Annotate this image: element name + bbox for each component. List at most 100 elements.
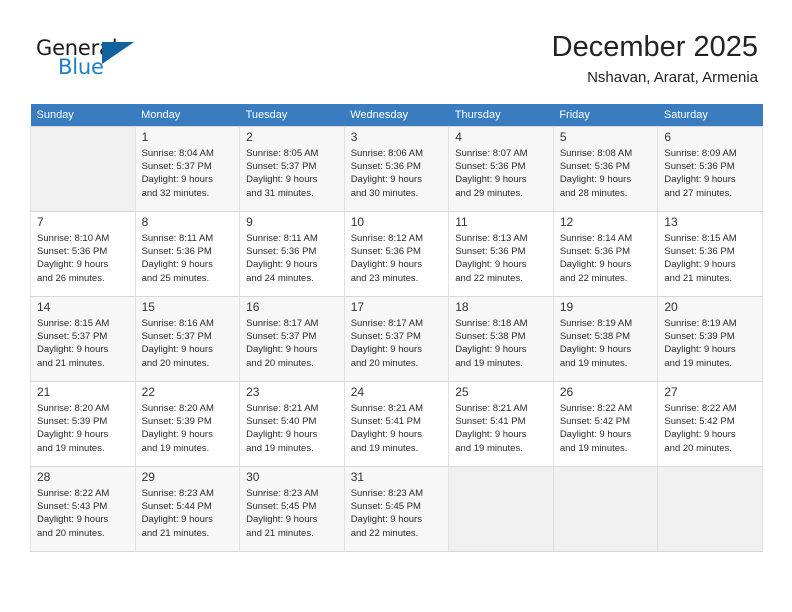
calendar-day-cell[interactable]: 21 Sunrise: 8:20 AM Sunset: 5:39 PM Dayl… (30, 381, 136, 467)
calendar-day-cell-empty (448, 466, 554, 552)
day-sun-info: Sunrise: 8:16 AM Sunset: 5:37 PM Dayligh… (141, 318, 214, 369)
calendar-week-row: 14 Sunrise: 8:15 AM Sunset: 5:37 PM Dayl… (30, 296, 763, 382)
calendar-day-cell[interactable]: 30 Sunrise: 8:23 AM Sunset: 5:45 PM Dayl… (239, 466, 345, 552)
day-number: 29 (141, 470, 155, 484)
calendar-body: 1 Sunrise: 8:04 AM Sunset: 5:37 PM Dayli… (30, 126, 763, 552)
day-sun-info: Sunrise: 8:10 AM Sunset: 5:36 PM Dayligh… (37, 233, 110, 284)
calendar-day-cell[interactable]: 29 Sunrise: 8:23 AM Sunset: 5:44 PM Dayl… (134, 466, 241, 552)
calendar-day-cell[interactable]: 4 Sunrise: 8:07 AM Sunset: 5:36 PM Dayli… (448, 126, 554, 212)
calendar-day-cell[interactable]: 7 Sunrise: 8:10 AM Sunset: 5:36 PM Dayli… (30, 211, 136, 297)
weekday-header-friday: Friday (553, 104, 658, 127)
calendar-day-cell[interactable]: 26 Sunrise: 8:22 AM Sunset: 5:42 PM Dayl… (552, 381, 659, 467)
day-sun-info: Sunrise: 8:11 AM Sunset: 5:36 PM Dayligh… (246, 233, 318, 284)
calendar-day-cell[interactable]: 13 Sunrise: 8:15 AM Sunset: 5:36 PM Dayl… (657, 211, 763, 297)
day-number (664, 470, 757, 485)
day-sun-info: Sunrise: 8:21 AM Sunset: 5:41 PM Dayligh… (455, 403, 528, 454)
day-sun-info: Sunrise: 8:22 AM Sunset: 5:42 PM Dayligh… (559, 403, 633, 454)
calendar-day-cell[interactable]: 1 Sunrise: 8:04 AM Sunset: 5:37 PM Dayli… (134, 126, 241, 212)
day-number: 11 (455, 215, 468, 229)
day-sun-info: Sunrise: 8:06 AM Sunset: 5:36 PM Dayligh… (350, 148, 424, 199)
calendar-day-cell[interactable]: 19 Sunrise: 8:19 AM Sunset: 5:38 PM Dayl… (552, 296, 659, 382)
calendar-day-cell[interactable]: 18 Sunrise: 8:18 AM Sunset: 5:38 PM Dayl… (448, 296, 554, 382)
day-number: 14 (37, 300, 51, 314)
day-number: 31 (350, 470, 365, 484)
calendar-page: General Blue December 2025 Nshavan, Arar… (0, 0, 792, 612)
weekday-header-monday: Monday (135, 104, 240, 127)
calendar-header-row: Sunday Monday Tuesday Wednesday Thursday… (30, 104, 763, 127)
day-sun-info: Sunrise: 8:23 AM Sunset: 5:44 PM Dayligh… (141, 488, 214, 539)
calendar-day-cell[interactable]: 15 Sunrise: 8:16 AM Sunset: 5:37 PM Dayl… (134, 296, 241, 382)
calendar-day-cell[interactable]: 2 Sunrise: 8:05 AM Sunset: 5:37 PM Dayli… (239, 126, 345, 212)
day-sun-info: Sunrise: 8:17 AM Sunset: 5:37 PM Dayligh… (246, 318, 319, 369)
day-sun-info: Sunrise: 8:09 AM Sunset: 5:36 PM Dayligh… (664, 148, 737, 199)
calendar-day-cell[interactable]: 31 Sunrise: 8:23 AM Sunset: 5:45 PM Dayl… (343, 466, 450, 552)
calendar-week-row: 21 Sunrise: 8:20 AM Sunset: 5:39 PM Dayl… (30, 381, 763, 467)
calendar-day-cell[interactable]: 9 Sunrise: 8:11 AM Sunset: 5:36 PM Dayli… (239, 211, 345, 297)
day-number: 21 (37, 385, 51, 399)
calendar-day-cell[interactable]: 12 Sunrise: 8:14 AM Sunset: 5:36 PM Dayl… (552, 211, 659, 297)
calendar-day-cell-empty (552, 466, 659, 552)
calendar-day-cell[interactable]: 5 Sunrise: 8:08 AM Sunset: 5:36 PM Dayli… (552, 126, 659, 212)
day-number: 27 (664, 385, 678, 399)
day-number: 4 (455, 130, 462, 144)
calendar-week-row: 1 Sunrise: 8:04 AM Sunset: 5:37 PM Dayli… (30, 126, 763, 212)
calendar-day-cell[interactable]: 27 Sunrise: 8:22 AM Sunset: 5:42 PM Dayl… (657, 381, 763, 467)
calendar-day-cell[interactable]: 20 Sunrise: 8:19 AM Sunset: 5:39 PM Dayl… (657, 296, 763, 382)
calendar-day-cell[interactable]: 10 Sunrise: 8:12 AM Sunset: 5:36 PM Dayl… (343, 211, 450, 297)
calendar-day-cell[interactable]: 6 Sunrise: 8:09 AM Sunset: 5:36 PM Dayli… (657, 126, 763, 212)
calendar-day-cell[interactable]: 28 Sunrise: 8:22 AM Sunset: 5:43 PM Dayl… (30, 466, 136, 552)
location-subtitle: Nshavan, Ararat, Armenia (587, 69, 758, 86)
calendar-week-row: 7 Sunrise: 8:10 AM Sunset: 5:36 PM Dayli… (30, 211, 763, 297)
calendar-day-cell[interactable]: 25 Sunrise: 8:21 AM Sunset: 5:41 PM Dayl… (448, 381, 554, 467)
day-sun-info: Sunrise: 8:22 AM Sunset: 5:42 PM Dayligh… (664, 403, 737, 454)
calendar-day-cell[interactable]: 11 Sunrise: 8:13 AM Sunset: 5:36 PM Dayl… (448, 211, 554, 297)
day-number: 8 (141, 215, 149, 229)
day-number: 9 (246, 215, 253, 229)
day-sun-info: Sunrise: 8:17 AM Sunset: 5:37 PM Dayligh… (350, 318, 424, 369)
day-number (455, 470, 548, 485)
day-number: 30 (246, 470, 260, 484)
calendar-day-cell[interactable]: 23 Sunrise: 8:21 AM Sunset: 5:40 PM Dayl… (239, 381, 345, 467)
calendar-day-cell[interactable]: 3 Sunrise: 8:06 AM Sunset: 5:36 PM Dayli… (343, 126, 450, 212)
day-number: 16 (246, 300, 260, 314)
calendar-day-cell[interactable]: 16 Sunrise: 8:17 AM Sunset: 5:37 PM Dayl… (239, 296, 345, 382)
day-sun-info: Sunrise: 8:13 AM Sunset: 5:36 PM Dayligh… (455, 233, 528, 284)
day-number: 13 (664, 215, 678, 229)
day-number: 28 (37, 470, 51, 484)
day-sun-info: Sunrise: 8:18 AM Sunset: 5:38 PM Dayligh… (455, 318, 528, 369)
triangle-logo-icon (102, 42, 134, 64)
calendar-day-cell[interactable]: 14 Sunrise: 8:15 AM Sunset: 5:37 PM Dayl… (30, 296, 136, 382)
day-number: 19 (559, 300, 574, 314)
day-sun-info: Sunrise: 8:14 AM Sunset: 5:36 PM Dayligh… (559, 233, 633, 284)
weekday-header-row: Sunday Monday Tuesday Wednesday Thursday… (30, 104, 763, 127)
calendar-day-cell[interactable]: 8 Sunrise: 8:11 AM Sunset: 5:36 PM Dayli… (134, 211, 241, 297)
day-number: 1 (141, 130, 149, 144)
calendar-day-cell[interactable]: 22 Sunrise: 8:20 AM Sunset: 5:39 PM Dayl… (134, 381, 241, 467)
day-number: 7 (37, 215, 44, 229)
day-sun-info: Sunrise: 8:23 AM Sunset: 5:45 PM Dayligh… (246, 488, 319, 539)
sunrise-sunset-calendar: Sunday Monday Tuesday Wednesday Thursday… (30, 104, 763, 552)
calendar-day-cell[interactable]: 24 Sunrise: 8:21 AM Sunset: 5:41 PM Dayl… (343, 381, 450, 467)
general-blue-logo[interactable]: General Blue (36, 36, 146, 82)
day-sun-info: Sunrise: 8:20 AM Sunset: 5:39 PM Dayligh… (37, 403, 110, 454)
day-sun-info: Sunrise: 8:15 AM Sunset: 5:36 PM Dayligh… (664, 233, 737, 284)
day-number: 25 (455, 385, 469, 399)
calendar-day-cell-empty (30, 126, 136, 212)
day-number (37, 130, 130, 145)
day-sun-info: Sunrise: 8:15 AM Sunset: 5:37 PM Dayligh… (37, 318, 110, 369)
day-sun-info: Sunrise: 8:11 AM Sunset: 5:36 PM Dayligh… (141, 233, 214, 284)
day-sun-info: Sunrise: 8:05 AM Sunset: 5:37 PM Dayligh… (246, 148, 319, 199)
calendar-day-cell[interactable]: 17 Sunrise: 8:17 AM Sunset: 5:37 PM Dayl… (343, 296, 450, 382)
day-number: 17 (350, 300, 365, 314)
day-number: 15 (141, 300, 155, 314)
day-sun-info: Sunrise: 8:19 AM Sunset: 5:39 PM Dayligh… (664, 318, 737, 369)
day-number: 10 (350, 215, 365, 229)
day-sun-info: Sunrise: 8:04 AM Sunset: 5:37 PM Dayligh… (141, 148, 214, 199)
weekday-header-thursday: Thursday (448, 104, 554, 127)
weekday-header-wednesday: Wednesday (344, 104, 449, 127)
day-number: 6 (664, 130, 672, 144)
day-sun-info: Sunrise: 8:21 AM Sunset: 5:41 PM Dayligh… (350, 403, 424, 454)
day-sun-info: Sunrise: 8:08 AM Sunset: 5:36 PM Dayligh… (559, 148, 633, 199)
day-number (560, 470, 653, 485)
day-sun-info: Sunrise: 8:22 AM Sunset: 5:43 PM Dayligh… (37, 488, 110, 539)
